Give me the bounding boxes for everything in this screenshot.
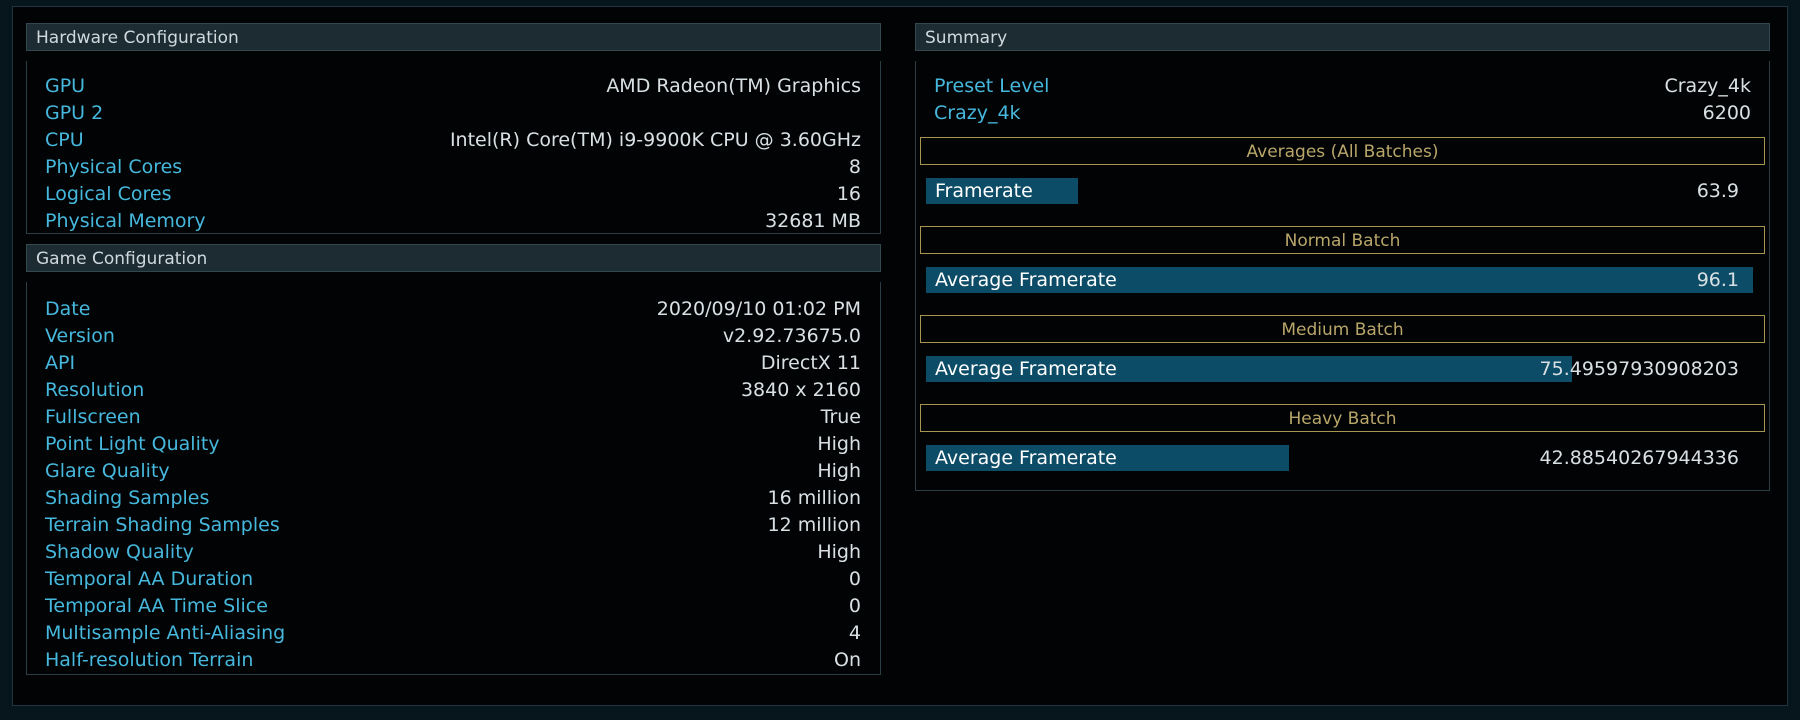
game-row-fullscreen: Fullscreen True — [27, 404, 880, 431]
row-label: Temporal AA Time Slice — [45, 595, 268, 617]
row-value: 16 million — [767, 487, 861, 509]
bar-value: 42.88540267944336 — [1539, 447, 1739, 469]
left-column: Hardware Configuration GPU AMD Radeon(TM)… — [26, 23, 881, 675]
game-row-temporal-aa-duration: Temporal AA Duration 0 — [27, 566, 880, 593]
row-value: High — [817, 460, 861, 482]
hardware-row-gpu2: GPU 2 — [27, 100, 880, 127]
hardware-row-gpu: GPU AMD Radeon(TM) Graphics — [27, 73, 880, 100]
bar-label: Average Framerate — [935, 447, 1117, 469]
game-row-glare-quality: Glare Quality High — [27, 458, 880, 485]
row-value: 32681 MB — [765, 210, 861, 232]
hardware-section-header: Hardware Configuration — [26, 23, 881, 51]
row-value: v2.92.73675.0 — [722, 325, 861, 347]
hardware-row-physical-cores: Physical Cores 8 — [27, 154, 880, 181]
row-value: 16 — [836, 183, 861, 205]
bar-label: Average Framerate — [935, 269, 1117, 291]
score-value: 6200 — [1702, 102, 1751, 124]
row-value: 8 — [848, 156, 861, 178]
game-row-shading-samples: Shading Samples 16 million — [27, 485, 880, 512]
hardware-section: GPU AMD Radeon(TM) Graphics GPU 2 CPU Inte… — [26, 61, 881, 234]
row-label: GPU — [45, 75, 86, 97]
game-row-resolution: Resolution 3840 x 2160 — [27, 377, 880, 404]
row-value: 4 — [848, 622, 861, 644]
bar-row-heavy: Average Framerate 42.88540267944336 — [926, 445, 1753, 471]
row-label: Shading Samples — [45, 487, 210, 509]
bar-row-averages: Framerate 63.9 — [926, 178, 1753, 204]
row-value: High — [817, 433, 861, 455]
right-column: Summary Preset Level Crazy_4k Crazy_4k 6… — [915, 23, 1770, 491]
row-value: High — [817, 541, 861, 563]
summary-row-score: Crazy_4k 6200 — [916, 100, 1769, 127]
row-value: 3840 x 2160 — [740, 379, 861, 401]
hardware-row-logical-cores: Logical Cores 16 — [27, 181, 880, 208]
hardware-row-physical-memory: Physical Memory 32681 MB — [27, 208, 880, 235]
row-value: 0 — [848, 595, 861, 617]
row-value: On — [834, 649, 861, 671]
game-row-terrain-shading-samples: Terrain Shading Samples 12 million — [27, 512, 880, 539]
score-label: Crazy_4k — [934, 102, 1021, 124]
batch-title-heavy: Heavy Batch — [920, 404, 1765, 432]
bar-row-medium: Average Framerate 75.49597930908203 — [926, 356, 1753, 382]
game-row-half-resolution-terrain: Half-resolution Terrain On — [27, 647, 880, 674]
row-value: AMD Radeon(TM) Graphics — [606, 75, 861, 97]
benchmark-results-window: Hardware Configuration GPU AMD Radeon(TM)… — [12, 6, 1788, 706]
row-label: Shadow Quality — [45, 541, 194, 563]
row-label: Glare Quality — [45, 460, 170, 482]
row-value: 0 — [848, 568, 861, 590]
row-label: Logical Cores — [45, 183, 172, 205]
hardware-section-title: Hardware Configuration — [36, 28, 239, 48]
game-row-point-light-quality: Point Light Quality High — [27, 431, 880, 458]
row-value: DirectX 11 — [760, 352, 861, 374]
row-label: Version — [45, 325, 115, 347]
row-value: 12 million — [767, 514, 861, 536]
row-label: Terrain Shading Samples — [45, 514, 280, 536]
bar-label: Average Framerate — [935, 358, 1117, 380]
row-label: Date — [45, 298, 91, 320]
hardware-row-cpu: CPU Intel(R) Core(TM) i9-9900K CPU @ 3.60… — [27, 127, 880, 154]
row-label: Half-resolution Terrain — [45, 649, 254, 671]
preset-label: Preset Level — [934, 75, 1050, 97]
batch-title-normal: Normal Batch — [920, 226, 1765, 254]
summary-row-preset: Preset Level Crazy_4k — [916, 73, 1769, 100]
row-value: True — [820, 406, 861, 428]
batch-title-averages: Averages (All Batches) — [920, 137, 1765, 165]
game-row-version: Version v2.92.73675.0 — [27, 323, 880, 350]
row-label: Multisample Anti-Aliasing — [45, 622, 286, 644]
row-value: Intel(R) Core(TM) i9-9900K CPU @ 3.60GHz — [449, 129, 861, 151]
game-row-api: API DirectX 11 — [27, 350, 880, 377]
row-label: API — [45, 352, 76, 374]
row-label: GPU 2 — [45, 102, 104, 124]
summary-section-header: Summary — [915, 23, 1770, 51]
row-label: Physical Memory — [45, 210, 206, 232]
row-label: Temporal AA Duration — [45, 568, 254, 590]
summary-section-title: Summary — [925, 28, 1008, 48]
game-row-shadow-quality: Shadow Quality High — [27, 539, 880, 566]
game-row-msaa: Multisample Anti-Aliasing 4 — [27, 620, 880, 647]
summary-section: Preset Level Crazy_4k Crazy_4k 6200 Aver… — [915, 61, 1770, 491]
row-label: CPU — [45, 129, 84, 151]
bar-row-normal: Average Framerate 96.1 — [926, 267, 1753, 293]
batch-title-medium: Medium Batch — [920, 315, 1765, 343]
game-row-temporal-aa-time-slice: Temporal AA Time Slice 0 — [27, 593, 880, 620]
bar-value: 63.9 — [1696, 180, 1739, 202]
game-section: Date 2020/09/10 01:02 PM Version v2.92.736… — [26, 282, 881, 675]
row-label: Resolution — [45, 379, 145, 401]
bar-label: Framerate — [935, 180, 1033, 202]
game-section-title: Game Configuration — [36, 249, 208, 269]
row-label: Physical Cores — [45, 156, 183, 178]
game-row-date: Date 2020/09/10 01:02 PM — [27, 296, 880, 323]
preset-value: Crazy_4k — [1664, 75, 1751, 97]
game-section-header: Game Configuration — [26, 244, 881, 272]
row-label: Fullscreen — [45, 406, 141, 428]
bar-value: 96.1 — [1696, 269, 1739, 291]
row-label: Point Light Quality — [45, 433, 220, 455]
bar-value: 75.49597930908203 — [1539, 358, 1739, 380]
row-value: 2020/09/10 01:02 PM — [656, 298, 861, 320]
